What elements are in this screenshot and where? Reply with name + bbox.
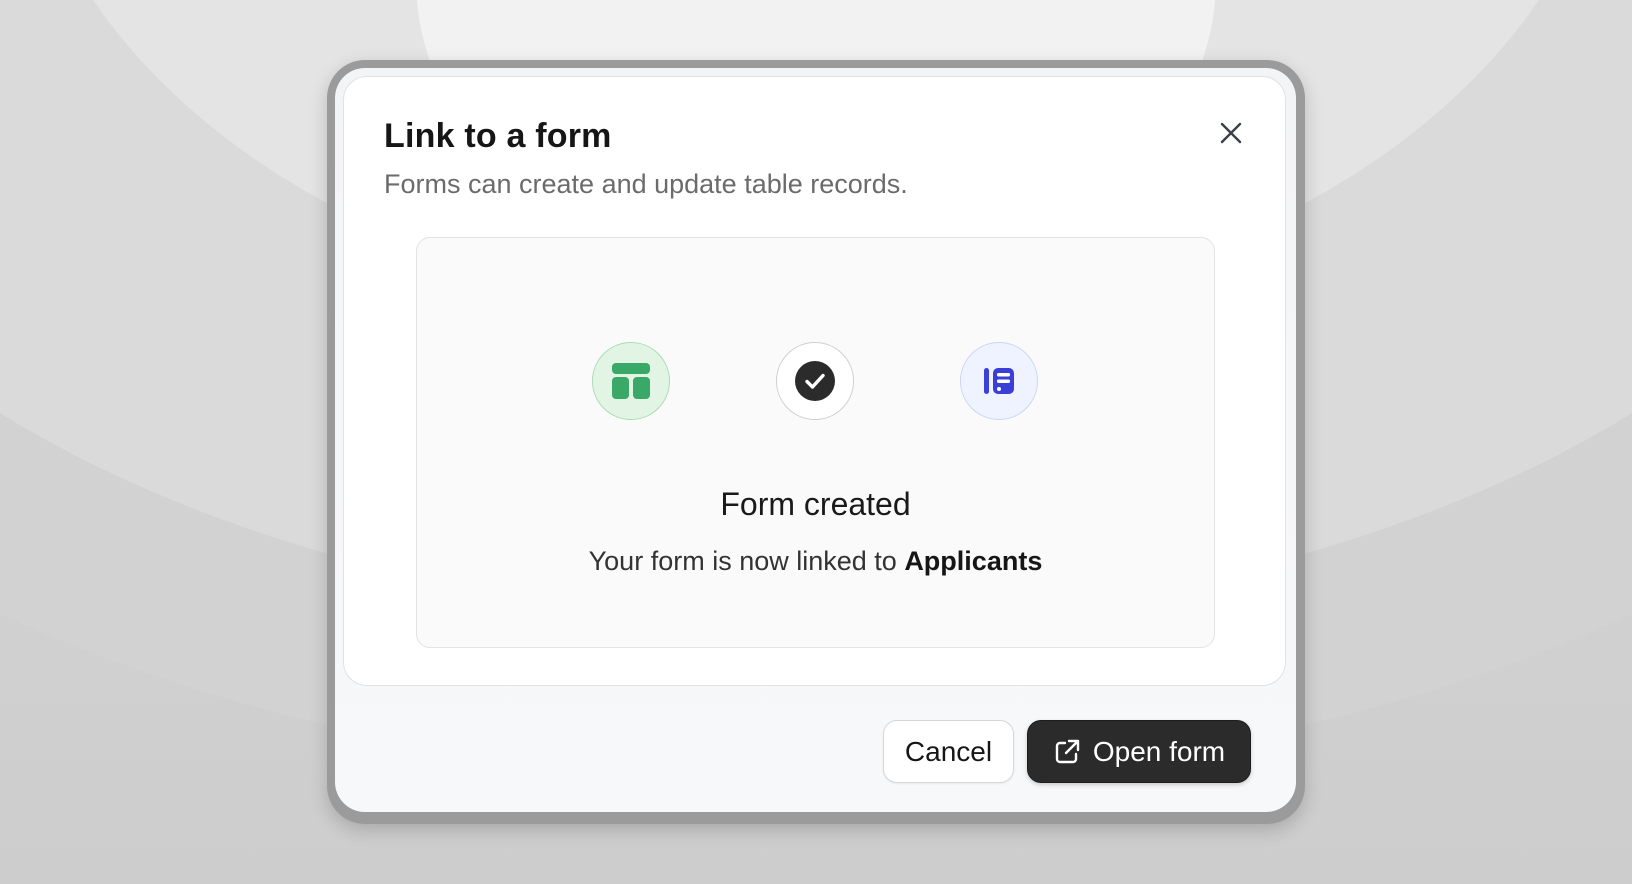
check-node <box>776 342 854 420</box>
dialog-body: Link to a form Forms can create and upda… <box>343 76 1286 686</box>
status-title: Form created <box>720 486 911 522</box>
table-node <box>592 342 670 420</box>
cancel-button-label: Cancel <box>904 735 993 767</box>
table-icon <box>612 363 650 399</box>
connector-line <box>670 380 776 384</box>
close-button[interactable] <box>1211 113 1251 153</box>
form-icon <box>984 368 1014 394</box>
dialog-subtitle: Forms can create and update table record… <box>384 169 908 199</box>
status-message-prefix: Your form is now linked to <box>588 546 897 576</box>
status-panel: Form created Your form is now linked to … <box>416 237 1215 648</box>
open-form-button-label: Open form <box>1092 735 1226 767</box>
open-form-button[interactable]: Open form <box>1027 720 1251 783</box>
external-link-icon <box>1055 739 1080 763</box>
close-icon <box>1220 122 1242 144</box>
status-message: Your form is now linked to Applicants <box>417 546 1214 577</box>
dialog-title: Link to a form <box>384 117 612 155</box>
dialog-footer: Cancel Open form <box>883 720 1251 783</box>
cancel-button[interactable]: Cancel <box>883 720 1014 783</box>
form-node <box>960 342 1038 420</box>
connector-line <box>854 380 960 384</box>
linked-table-name: Applicants <box>904 546 1043 576</box>
link-form-dialog: Link to a form Forms can create and upda… <box>335 68 1296 812</box>
check-icon <box>795 361 835 401</box>
